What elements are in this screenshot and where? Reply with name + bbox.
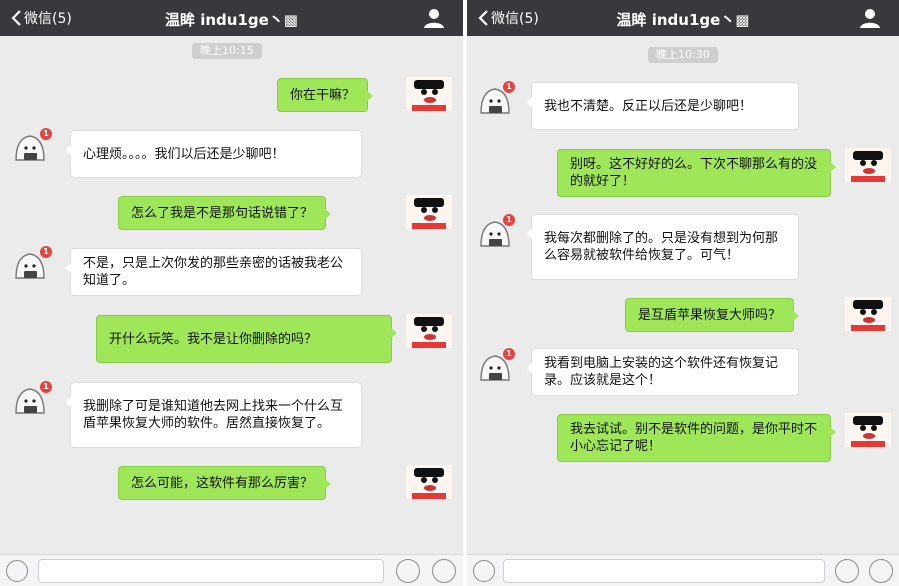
message-bubble-out[interactable]: 我去试试。别不是软件的问题，是你平时不小心忘记了呢！ [557, 414, 836, 462]
avatar-self[interactable] [406, 77, 452, 111]
message-bubble-in[interactable]: 不是，只是上次你发的那些亲密的话被我老公知道了。 [65, 248, 362, 296]
unread-badge: 1 [40, 246, 52, 258]
chevron-left-icon [11, 10, 21, 26]
input-bar [0, 554, 463, 586]
message-bubble-out[interactable]: 怎么可能，这软件有那么厉害？ [118, 466, 332, 500]
chat-window-right: 微信(5) 温眸 indu1ge丶▩ 晚上10:30 1 我也不清楚。反正以后还… [467, 0, 899, 586]
message-bubble-in[interactable]: 我看到电脑上安装的这个软件还有恢复记录。应该就是这个！ [526, 348, 799, 396]
back-button[interactable]: 微信(5) [477, 8, 539, 28]
message-input[interactable] [503, 559, 825, 583]
chat-window-left: 微信(5) 温眸 indu1ge丶▩ 晚上10:15 你在干嘛？ 1 心理烦。。… [0, 0, 463, 586]
plus-icon[interactable] [432, 559, 456, 583]
avatar-self[interactable] [406, 465, 452, 499]
message-bubble-in[interactable]: 心理烦。。。。我们以后还是少聊吧！ [65, 130, 362, 178]
unread-badge: 1 [503, 81, 515, 93]
unread-badge: 1 [503, 214, 515, 226]
message-bubble-in[interactable]: 我也不清楚。反正以后还是少聊吧！ [526, 82, 799, 130]
voice-icon[interactable] [6, 560, 28, 582]
back-button[interactable]: 微信(5) [10, 8, 72, 28]
input-bar [467, 554, 899, 586]
message-bubble-in[interactable]: 我每次都删除了的。只是没有想到为何那么容易就被软件给恢复了。可气！ [526, 214, 799, 280]
message-input[interactable] [38, 559, 384, 583]
message-bubble-out[interactable]: 怎么了我是不是那句话说错了？ [118, 196, 332, 230]
nav-bar: 微信(5) 温眸 indu1ge丶▩ [467, 0, 899, 36]
timestamp: 晚上10:15 [192, 43, 262, 59]
emoji-icon[interactable] [835, 559, 859, 583]
timestamp: 晚上10:30 [648, 47, 718, 63]
nav-bar: 微信(5) 温眸 indu1ge丶▩ [0, 0, 463, 36]
avatar-self[interactable] [845, 148, 891, 182]
voice-icon[interactable] [473, 560, 495, 582]
avatar-self[interactable] [406, 314, 452, 348]
message-bubble-out[interactable]: 别呀。这不好好的么。下次不聊那么有的没的就好了！ [557, 149, 836, 197]
plus-icon[interactable] [869, 559, 893, 583]
unread-badge: 1 [40, 381, 52, 393]
message-bubble-in[interactable]: 我删除了可是谁知道他去网上找来一个什么互盾苹果恢复大师的软件。居然直接恢复了。 [65, 382, 362, 448]
back-label: 微信(5) [24, 11, 72, 27]
emoji-icon[interactable] [396, 559, 420, 583]
screenshot-stage: 微信(5) 温眸 indu1ge丶▩ 晚上10:15 你在干嘛？ 1 心理烦。。… [0, 0, 899, 586]
avatar-self[interactable] [845, 297, 891, 331]
unread-badge: 1 [40, 128, 52, 140]
message-bubble-out[interactable]: 你在干嘛？ [277, 78, 374, 112]
message-bubble-out[interactable]: 开什么玩笑。我不是让你删除的吗？ [96, 315, 397, 363]
chat-title: 温眸 indu1ge丶▩ [616, 11, 750, 29]
chevron-left-icon [478, 10, 488, 26]
unread-badge: 1 [503, 348, 515, 360]
person-icon[interactable] [859, 7, 881, 29]
message-bubble-out[interactable]: 是互盾苹果恢复大师吗？ [625, 298, 800, 332]
person-icon[interactable] [423, 7, 445, 29]
chat-title: 温眸 indu1ge丶▩ [165, 11, 298, 29]
avatar-self[interactable] [845, 413, 891, 447]
avatar-self[interactable] [406, 195, 452, 229]
back-label: 微信(5) [491, 11, 539, 27]
